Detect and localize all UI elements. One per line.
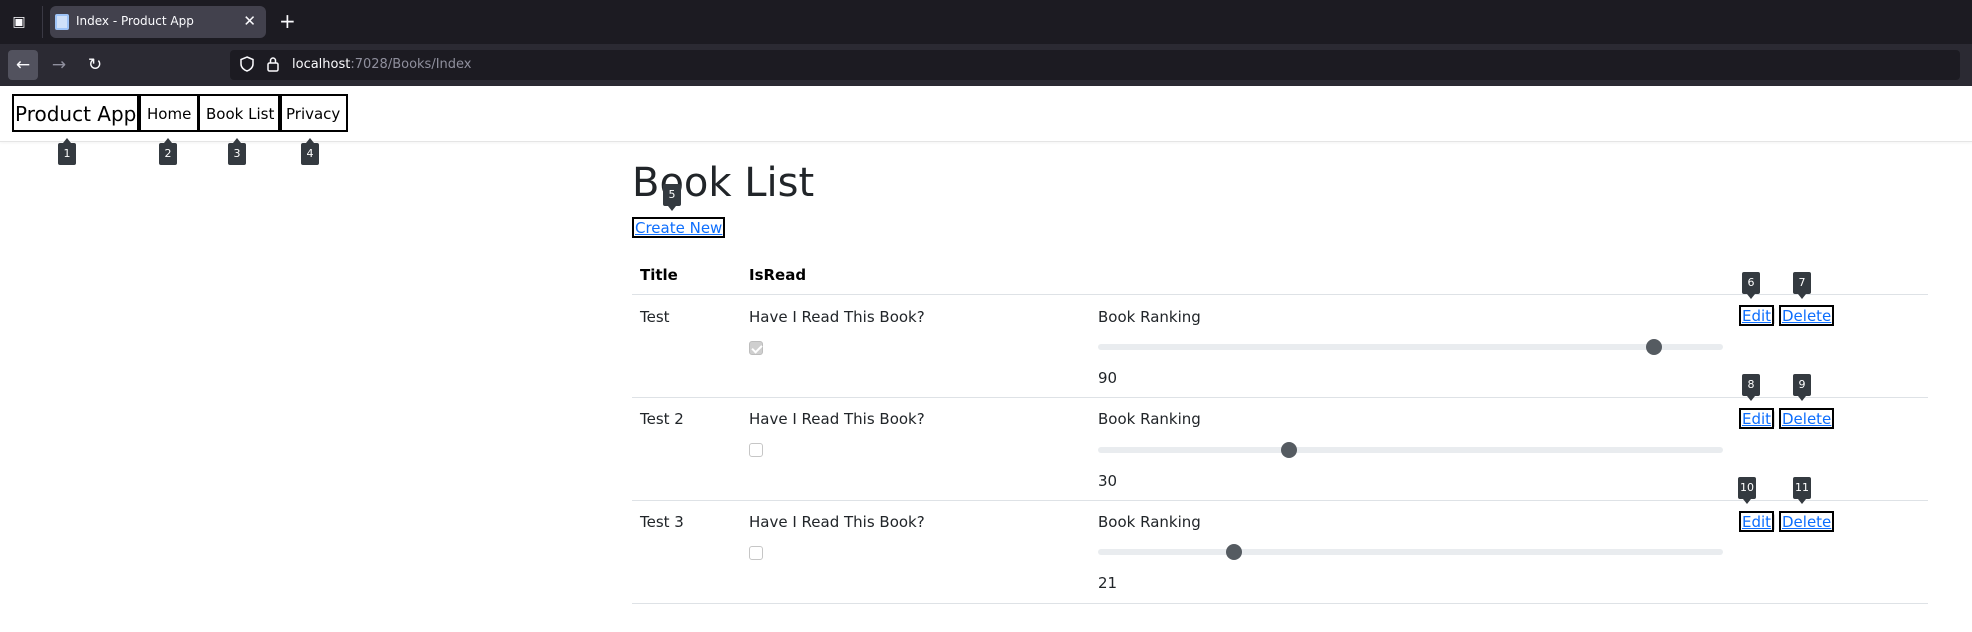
url-text: localhost:7028/Books/Index [292, 57, 472, 72]
ranking-slider[interactable] [1098, 544, 1723, 560]
tab-title: Index - Product App [76, 14, 194, 28]
marker-label: 4 [301, 138, 319, 165]
delete-link[interactable]: Delete [1779, 305, 1835, 326]
marker-label: 6 [1742, 272, 1760, 299]
table-header-divider [632, 294, 1928, 295]
separator: | [1771, 512, 1777, 530]
ranking-slider[interactable] [1098, 442, 1723, 458]
edit-link[interactable]: Edit [1739, 408, 1775, 429]
browser-tab[interactable]: Index - Product App ✕ [50, 6, 266, 38]
shield-icon[interactable] [240, 56, 254, 72]
close-tab-icon[interactable]: ✕ [243, 12, 256, 30]
reload-icon[interactable]: ↻ [80, 50, 110, 80]
site-navbar: Product App Home Book List Privacy [0, 86, 1972, 142]
separator: | [1771, 409, 1777, 427]
browser-tabstrip: ▣ Index - Product App ✕ + [0, 0, 1972, 44]
marker-label: 8 [1742, 374, 1760, 401]
new-tab-icon[interactable]: + [279, 10, 296, 32]
ranking-value: 21 [1098, 574, 1118, 592]
nav-privacy[interactable]: Privacy [278, 94, 349, 132]
row-title: Test 2 [640, 410, 684, 428]
address-bar[interactable]: localhost:7028/Books/Index [230, 50, 1960, 80]
marker-label: 2 [159, 138, 177, 165]
slider-thumb[interactable] [1226, 544, 1243, 560]
ranking-value: 90 [1098, 369, 1118, 387]
slider-thumb[interactable] [1646, 339, 1663, 355]
read-question-label: Have I Read This Book? [749, 308, 925, 326]
ranking-label: Book Ranking [1098, 308, 1201, 326]
row-divider [632, 603, 1928, 604]
lock-icon[interactable] [266, 56, 280, 72]
url-host: localhost [292, 57, 351, 72]
ranking-slider[interactable] [1098, 339, 1723, 355]
nav-book-list[interactable]: Book List [198, 94, 283, 132]
marker-label: 10 [1738, 477, 1756, 504]
tabstrip-divider [42, 6, 43, 38]
marker-label: 3 [228, 138, 246, 165]
ranking-label: Book Ranking [1098, 513, 1201, 531]
separator: | [1771, 306, 1777, 324]
page-title: Book List [632, 160, 815, 206]
row-divider [632, 500, 1928, 501]
marker-label: 7 [1793, 272, 1811, 299]
edit-link[interactable]: Edit [1739, 511, 1775, 532]
nav-home[interactable]: Home [139, 94, 200, 132]
delete-link[interactable]: Delete [1779, 511, 1835, 532]
column-header-title: Title [640, 266, 678, 284]
url-path: :7028/Books/Index [350, 57, 472, 72]
row-title: Test [640, 308, 670, 326]
edit-link[interactable]: Edit [1739, 305, 1775, 326]
create-new-link[interactable]: Create New [632, 217, 726, 238]
is-read-checkbox[interactable] [749, 546, 763, 560]
marker-label: 5 [663, 184, 681, 211]
browser-toolbar: ← → ↻ localhost:7028/Books/Index [0, 44, 1972, 86]
row-title: Test 3 [640, 513, 684, 531]
forward-arrow-icon[interactable]: → [44, 50, 74, 80]
row-divider [632, 397, 1928, 398]
brand-link[interactable]: Product App [12, 94, 140, 132]
column-header-isread: IsRead [749, 266, 807, 284]
page-icon [55, 14, 69, 30]
is-read-checkbox[interactable] [749, 443, 763, 457]
tab-list-icon[interactable]: ▣ [10, 13, 28, 31]
back-arrow-icon[interactable]: ← [8, 50, 38, 80]
marker-label: 1 [58, 138, 76, 165]
slider-thumb[interactable] [1280, 442, 1297, 458]
ranking-value: 30 [1098, 472, 1118, 490]
read-question-label: Have I Read This Book? [749, 513, 925, 531]
read-question-label: Have I Read This Book? [749, 410, 925, 428]
marker-label: 9 [1793, 374, 1811, 401]
is-read-checkbox[interactable] [749, 341, 763, 355]
marker-label: 11 [1793, 477, 1811, 504]
delete-link[interactable]: Delete [1779, 408, 1835, 429]
ranking-label: Book Ranking [1098, 410, 1201, 428]
